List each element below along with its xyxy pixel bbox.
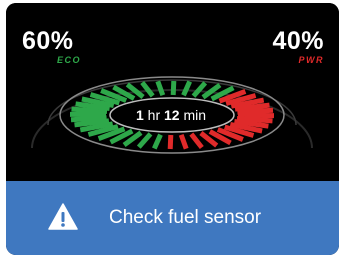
time-hours: 1 xyxy=(135,107,144,123)
pwr-segment xyxy=(178,133,189,150)
energy-gauge xyxy=(31,76,313,154)
eco-segment xyxy=(70,115,107,123)
time-remaining: 1 hr 12 min xyxy=(108,107,234,123)
eco-segment xyxy=(181,80,192,97)
alert-banner[interactable]: Check fuel sensor xyxy=(6,181,339,255)
time-minutes: 12 xyxy=(164,107,180,123)
pwr-segment xyxy=(237,107,274,115)
time-minutes-unit: min xyxy=(183,107,207,123)
eco-segment xyxy=(170,80,177,96)
warning-icon xyxy=(48,203,78,230)
time-hours-unit: hr xyxy=(147,107,161,123)
pwr-segment xyxy=(167,134,174,150)
eco-segment xyxy=(140,80,155,98)
energy-panel: 60% ECO 40% PWR 1 hr 12 min xyxy=(6,3,339,181)
pwr-segment xyxy=(189,132,204,150)
eco-segment xyxy=(155,80,166,97)
alert-message: Check fuel sensor xyxy=(109,207,262,228)
eco-segment xyxy=(152,133,163,150)
hybrid-status-card: 60% ECO 40% PWR 1 hr 12 min Check fuel s… xyxy=(6,3,339,255)
